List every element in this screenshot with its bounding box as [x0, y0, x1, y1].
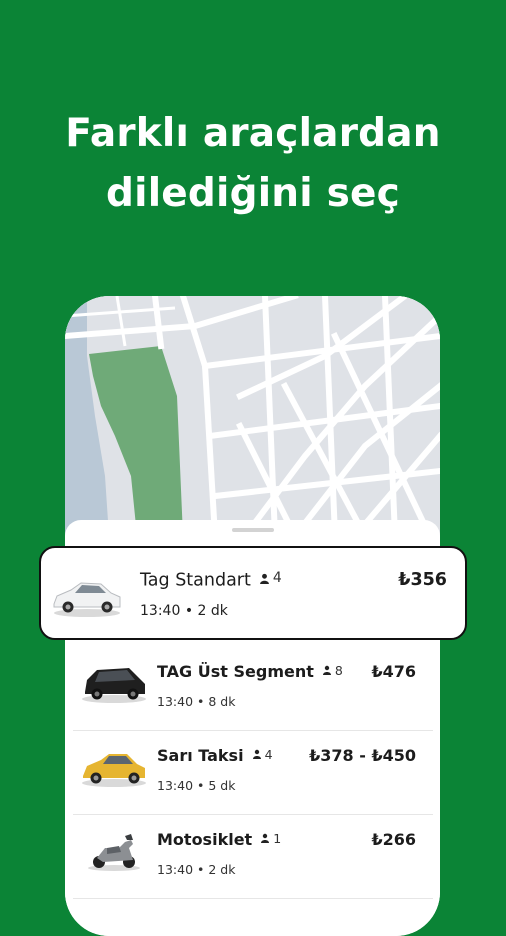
vehicle-name: TAG Üst Segment 8 [157, 662, 343, 681]
sheet-drag-handle[interactable] [232, 528, 274, 532]
map-illustration [65, 296, 440, 536]
vehicle-name: Motosiklet 1 [157, 830, 282, 849]
vehicle-name: Tag Standart 4 [140, 570, 282, 591]
vehicle-price: ₺356 [398, 570, 447, 590]
vehicle-eta: 13:40 • 2 dk [140, 603, 228, 619]
vehicle-price: ₺378 - ₺450 [309, 746, 416, 765]
headline: Farklı araçlardan dilediğini seç [0, 104, 506, 224]
vehicle-price: ₺266 [371, 830, 416, 849]
vehicle-row-sari-taksi[interactable]: Sarı Taksi 4 13:40 • 5 dk ₺378 - ₺450 [65, 730, 440, 814]
yellow-taxi-icon [82, 754, 146, 787]
vehicle-row-ust-segment[interactable]: TAG Üst Segment 8 13:40 • 8 dk ₺476 [65, 646, 440, 730]
row-divider [73, 898, 433, 899]
passenger-count: 4 [252, 747, 273, 762]
vehicle-eta: 13:40 • 8 dk [157, 694, 236, 709]
person-icon [322, 665, 331, 675]
scooter-icon [88, 834, 140, 871]
map-view[interactable] [65, 296, 440, 536]
passenger-count: 8 [322, 663, 343, 678]
vehicle-name: Sarı Taksi 4 [157, 746, 273, 765]
headline-line-2: dilediğini seç [106, 171, 400, 216]
vehicle-eta: 13:40 • 5 dk [157, 778, 236, 793]
vehicle-row-tag-standart-selected[interactable]: Tag Standart 4 13:40 • 2 dk ₺356 [39, 546, 467, 640]
person-icon [261, 833, 270, 843]
white-sedan-icon [53, 582, 121, 617]
person-icon [252, 749, 261, 759]
black-suv-icon [82, 668, 146, 703]
passenger-count: 1 [260, 831, 281, 846]
headline-line-1: Farklı araçlardan [65, 111, 441, 156]
vehicle-row-motosiklet[interactable]: Motosiklet 1 13:40 • 2 dk ₺266 [65, 814, 440, 898]
vehicle-price: ₺476 [371, 662, 416, 681]
vehicle-eta: 13:40 • 2 dk [157, 862, 236, 877]
passenger-count: 4 [259, 570, 282, 586]
person-icon [259, 573, 269, 584]
